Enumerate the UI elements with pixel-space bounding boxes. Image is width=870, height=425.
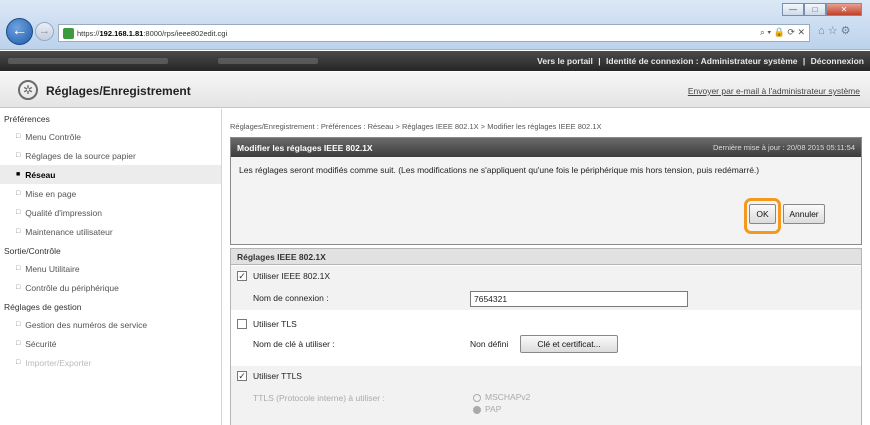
main-content: Réglages/Enregistrement : Préférences : … bbox=[230, 109, 862, 425]
sidebar-item-import-export[interactable]: □ Importer/Exporter bbox=[0, 353, 221, 372]
sidebar-group-preferences: Préférences bbox=[4, 114, 50, 124]
browser-toolbar-icons[interactable]: ⌂ ☆ ⚙ bbox=[818, 24, 850, 37]
use-tls-row: Utiliser TLS bbox=[231, 314, 861, 336]
breadcrumb: Réglages/Enregistrement : Préférences : … bbox=[230, 122, 602, 131]
login-name-label: Nom de connexion : bbox=[253, 293, 329, 303]
panel-title: Modifier les réglages IEEE 802.1X bbox=[237, 143, 373, 153]
use-ieee-row: ✓ Utiliser IEEE 802.1X bbox=[231, 266, 861, 288]
bullet-icon: □ bbox=[16, 340, 21, 347]
browser-chrome: — □ ✕ ← → https://192.168.1.81:8000/rps/… bbox=[0, 0, 870, 50]
ttls-protocol-label: TTLS (Protocole interne) à utiliser : bbox=[253, 393, 385, 403]
sidebar-item-security[interactable]: □ Sécurité bbox=[0, 334, 221, 353]
sidebar-item-layout[interactable]: □ Mise en page bbox=[0, 184, 221, 203]
key-name-label: Nom de clé à utiliser : bbox=[253, 339, 335, 349]
bullet-icon: □ bbox=[16, 152, 21, 159]
bullet-icon: □ bbox=[16, 190, 21, 197]
back-button[interactable]: ← bbox=[6, 18, 33, 45]
radio-pap[interactable] bbox=[473, 406, 481, 414]
sidebar-item-print-quality[interactable]: □ Qualité d'impression bbox=[0, 203, 221, 222]
section-title: Réglages IEEE 802.1X bbox=[231, 249, 861, 265]
close-window-button[interactable]: ✕ bbox=[826, 3, 862, 16]
panel-message: Les réglages seront modifiés comme suit.… bbox=[239, 165, 760, 175]
key-name-row: Nom de clé à utiliser : Non défini Clé e… bbox=[231, 334, 861, 356]
sidebar-item-paper-source[interactable]: □ Réglages de la source papier bbox=[0, 146, 221, 165]
bullet-icon: □ bbox=[16, 265, 21, 272]
option-mschapv2: MSCHAPv2 bbox=[485, 392, 531, 402]
sidebar-item-control-menu[interactable]: □ Menu Contrôle bbox=[0, 127, 221, 146]
site-favicon-icon bbox=[63, 27, 74, 39]
bullet-icon: □ bbox=[16, 133, 21, 140]
identity-text: Identité de connexion : Administrateur s… bbox=[606, 56, 798, 66]
use-tls-checkbox[interactable] bbox=[237, 319, 247, 329]
login-name-row: Nom de connexion : 7654321 bbox=[231, 288, 861, 310]
option-pap: PAP bbox=[485, 404, 502, 414]
window-controls: — □ ✕ bbox=[782, 3, 862, 16]
cancel-button[interactable]: Annuler bbox=[783, 204, 825, 224]
last-updated: Dernière mise à jour : 20/08 2015 05:11:… bbox=[712, 143, 855, 152]
use-tls-label: Utiliser TLS bbox=[253, 319, 297, 329]
use-ttls-label: Utiliser TTLS bbox=[253, 371, 302, 381]
key-name-value: Non défini bbox=[470, 339, 509, 349]
sidebar-group-management: Réglages de gestion bbox=[4, 302, 82, 312]
mail-admin-link[interactable]: Envoyer par e-mail à l'administrateur sy… bbox=[688, 86, 860, 96]
panel-header: Modifier les réglages IEEE 802.1X Derniè… bbox=[231, 138, 861, 157]
maximize-button[interactable]: □ bbox=[804, 3, 826, 16]
product-name-blur bbox=[8, 58, 168, 64]
page-header: ✲ Réglages/Enregistrement Envoyer par e-… bbox=[0, 72, 870, 108]
ok-button[interactable]: OK bbox=[749, 204, 776, 224]
key-certificate-button[interactable]: Clé et certificat... bbox=[520, 335, 618, 353]
use-ttls-row: ✓ Utiliser TTLS bbox=[231, 366, 861, 388]
use-ieee-label: Utiliser IEEE 802.1X bbox=[253, 271, 331, 281]
sidebar-item-user-maintenance[interactable]: □ Maintenance utilisateur bbox=[0, 222, 221, 241]
use-ttls-checkbox[interactable]: ✓ bbox=[237, 371, 247, 381]
bullet-icon: ■ bbox=[16, 171, 21, 178]
login-name-input[interactable]: 7654321 bbox=[470, 291, 688, 307]
page-title: Réglages/Enregistrement bbox=[46, 84, 191, 98]
portal-link[interactable]: Vers le portail bbox=[537, 56, 593, 66]
bullet-icon: □ bbox=[16, 284, 21, 291]
settings-gear-icon: ✲ bbox=[18, 80, 38, 100]
logout-link[interactable]: Déconnexion bbox=[811, 56, 864, 66]
sidebar-item-device-control[interactable]: □ Contrôle du périphérique bbox=[0, 278, 221, 297]
address-bar-icons[interactable]: ⌕ ▾ 🔒 ⟳ ✕ bbox=[760, 27, 805, 38]
address-bar[interactable]: https://192.168.1.81:8000/rps/ieee802edi… bbox=[58, 24, 810, 42]
ttls-protocol-row: TTLS (Protocole interne) à utiliser : MS… bbox=[231, 388, 861, 425]
bullet-icon: □ bbox=[16, 209, 21, 216]
bullet-icon: □ bbox=[16, 359, 21, 366]
top-bar: Vers le portail | Identité de connexion … bbox=[0, 51, 870, 71]
radio-mschapv2[interactable] bbox=[473, 394, 481, 402]
url-text: https://192.168.1.81:8000/rps/ieee802edi… bbox=[77, 28, 228, 38]
top-separator: | bbox=[802, 56, 806, 66]
bullet-icon: □ bbox=[16, 228, 21, 235]
sidebar-group-output: Sortie/Contrôle bbox=[4, 246, 61, 256]
sidebar-item-network[interactable]: ■ Réseau bbox=[0, 165, 221, 184]
device-name-blur bbox=[218, 58, 318, 64]
forward-button[interactable]: → bbox=[35, 22, 54, 41]
use-ieee-checkbox[interactable]: ✓ bbox=[237, 271, 247, 281]
sidebar-item-utility-menu[interactable]: □ Menu Utilitaire bbox=[0, 259, 221, 278]
sidebar-item-dept-id[interactable]: □ Gestion des numéros de service bbox=[0, 315, 221, 334]
sidebar: Préférences □ Menu Contrôle □ Réglages de … bbox=[0, 109, 222, 425]
settings-section: Réglages IEEE 802.1X ✓ Utiliser IEEE 802… bbox=[230, 248, 862, 425]
top-links: Vers le portail | Identité de connexion … bbox=[534, 56, 864, 66]
bullet-icon: □ bbox=[16, 321, 21, 328]
top-separator: | bbox=[598, 56, 601, 66]
minimize-button[interactable]: — bbox=[782, 3, 804, 16]
